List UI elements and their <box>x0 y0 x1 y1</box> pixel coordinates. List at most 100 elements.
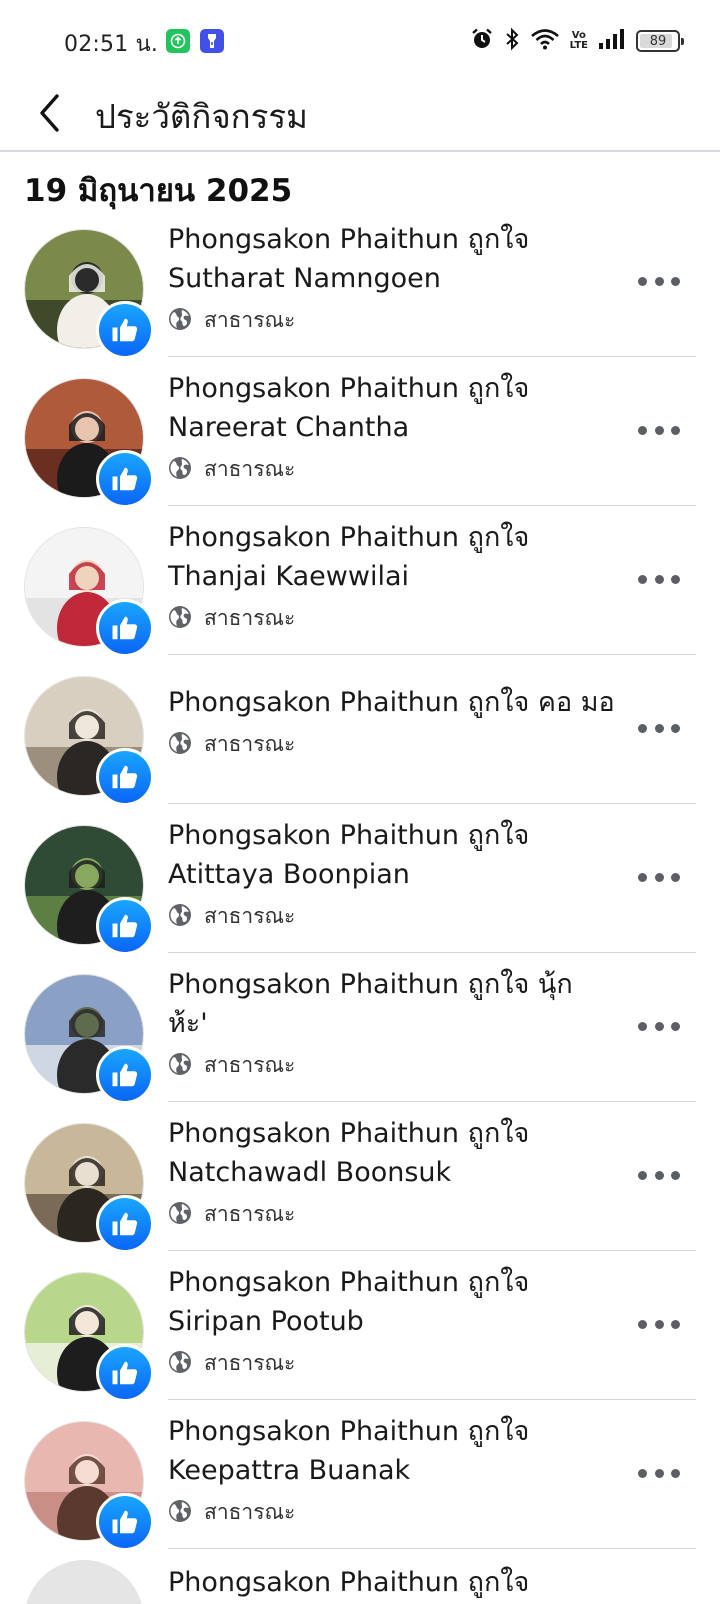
activity-title-line2: Keepattra Buanak <box>168 1455 411 1486</box>
more-dot <box>638 1319 647 1329</box>
globe-icon <box>168 1499 192 1527</box>
avatar-group[interactable] <box>24 378 154 508</box>
more-dot <box>654 1170 664 1180</box>
more-dot <box>671 276 680 286</box>
privacy-indicator: สาธารณะ <box>168 304 620 337</box>
activity-text[interactable]: Phongsakon Phaithun ถูกใจ Thanjai Kaewwil… <box>168 518 620 635</box>
more-options-button[interactable] <box>638 1160 680 1190</box>
activity-text[interactable]: Phongsakon Phaithun ถูกใจ Atittaya Boonpi… <box>168 816 620 933</box>
more-options-button[interactable] <box>638 1458 680 1488</box>
list-item[interactable]: Phongsakon Phaithun ถูกใจ นุ้กห้ะ' สาธารณ… <box>0 953 720 1104</box>
more-dot <box>638 276 647 286</box>
activity-title-line1: Phongsakon Phaithun ถูกใจ <box>168 1267 530 1298</box>
more-dot <box>638 1021 647 1031</box>
globe-icon <box>168 1350 192 1378</box>
chevron-left-icon <box>40 94 59 132</box>
activity-text[interactable]: Phongsakon Phaithun ถูกใจ Siripan Pootub ส… <box>168 1263 620 1380</box>
battery-level: 89 <box>649 33 667 49</box>
privacy-indicator: สาธารณะ <box>168 728 620 761</box>
list-item[interactable]: Phongsakon Phaithun ถูกใจ Nareerat Chanth… <box>0 357 720 508</box>
more-dot <box>671 1170 680 1180</box>
status-bar: 02:51 น. Vo LTE 89 <box>0 0 720 82</box>
privacy-label: สาธารณะ <box>204 1053 296 1077</box>
more-options-button[interactable] <box>638 266 680 296</box>
activity-title-line2: Atittaya Boonpian <box>168 859 410 890</box>
globe-icon <box>168 605 192 633</box>
more-options-button[interactable] <box>638 564 680 594</box>
activity-title-line2: Natchawadl Boonsuk <box>168 1157 452 1188</box>
battery-icon: 89 <box>636 30 684 52</box>
more-dot <box>671 1021 680 1031</box>
bluetooth-icon <box>504 27 520 55</box>
page-title: ประวัติกิจกรรม <box>95 97 308 136</box>
thumbs-up-icon <box>96 450 154 508</box>
more-options-button[interactable] <box>638 415 680 445</box>
activity-text[interactable]: Phongsakon Phaithun ถูกใจ Keepattra Buana… <box>168 1412 620 1529</box>
globe-icon <box>168 1201 192 1229</box>
more-options-button[interactable] <box>638 1309 680 1339</box>
more-options-button[interactable] <box>638 862 680 892</box>
globe-icon <box>168 456 192 484</box>
list-item[interactable]: Phongsakon Phaithun ถูกใจ Thanjai Kaewwil… <box>0 506 720 657</box>
privacy-indicator: สาธารณะ <box>168 900 620 933</box>
activity-title: Phongsakon Phaithun ถูกใจ Atittaya Boonpi… <box>168 816 620 894</box>
avatar-group[interactable] <box>24 1272 154 1402</box>
activity-text[interactable]: Phongsakon Phaithun ถูกใจ คอ มอ สาธารณะ <box>168 683 620 761</box>
more-dot <box>638 723 647 733</box>
activity-title-line2: Thanjai Kaewwilai <box>168 561 409 592</box>
more-dot <box>671 574 680 584</box>
status-time: 02:51 น. <box>64 32 159 57</box>
activity-title: Phongsakon Phaithun ถูกใจ <box>168 1567 530 1598</box>
list-item-partial[interactable]: Phongsakon Phaithun ถูกใจ <box>0 1548 720 1604</box>
more-dot <box>671 723 680 733</box>
avatar-group[interactable] <box>24 825 154 955</box>
more-options-button[interactable] <box>638 1011 680 1041</box>
privacy-label: สาธารณะ <box>204 308 296 332</box>
thumbs-up-icon <box>96 301 154 359</box>
activity-text[interactable]: Phongsakon Phaithun ถูกใจ นุ้กห้ะ' สาธารณ… <box>168 965 620 1082</box>
activity-text[interactable]: Phongsakon Phaithun ถูกใจ Nareerat Chanth… <box>168 369 620 486</box>
activity-title: Phongsakon Phaithun ถูกใจ Thanjai Kaewwil… <box>168 518 620 596</box>
activity-text[interactable]: Phongsakon Phaithun ถูกใจ Sutharat Namngo… <box>168 220 620 337</box>
activity-text[interactable]: Phongsakon Phaithun ถูกใจ Natchawadl Boon… <box>168 1114 620 1231</box>
privacy-indicator: สาธารณะ <box>168 453 620 486</box>
avatar-group[interactable] <box>24 527 154 657</box>
avatar-group[interactable] <box>24 676 154 806</box>
privacy-label: สาธารณะ <box>204 904 296 928</box>
list-item[interactable]: Phongsakon Phaithun ถูกใจ คอ มอ สาธารณะ <box>0 655 720 806</box>
avatar-group[interactable] <box>24 1123 154 1253</box>
more-dot <box>638 425 647 435</box>
globe-icon <box>168 731 192 759</box>
privacy-label: สาธารณะ <box>204 1351 296 1375</box>
privacy-indicator: สาธารณะ <box>168 1049 620 1082</box>
activity-title-line1: Phongsakon Phaithun ถูกใจ <box>168 820 530 851</box>
list-item[interactable]: Phongsakon Phaithun ถูกใจ Atittaya Boonpi… <box>0 804 720 955</box>
list-item[interactable]: Phongsakon Phaithun ถูกใจ Keepattra Buana… <box>0 1400 720 1551</box>
signal-icon <box>598 28 626 54</box>
more-dot <box>654 1319 664 1329</box>
more-dot <box>638 1170 647 1180</box>
avatar-group[interactable] <box>24 229 154 359</box>
avatar-group[interactable] <box>24 974 154 1104</box>
list-item[interactable]: Phongsakon Phaithun ถูกใจ Sutharat Namngo… <box>0 208 720 359</box>
activity-title-line1: Phongsakon Phaithun ถูกใจ นุ้ก <box>168 969 573 1000</box>
alarm-icon <box>470 27 494 55</box>
more-options-button[interactable] <box>638 713 680 743</box>
thumbs-up-icon <box>96 1493 154 1551</box>
activity-title-line1: Phongsakon Phaithun ถูกใจ <box>168 224 530 255</box>
more-dot <box>654 425 664 435</box>
avatar-group[interactable] <box>24 1421 154 1551</box>
more-dot <box>654 872 664 882</box>
more-dot <box>654 1468 664 1478</box>
privacy-indicator: สาธารณะ <box>168 602 620 635</box>
activity-title-line2: ห้ะ' <box>168 1008 208 1039</box>
more-dot <box>638 1468 647 1478</box>
list-item[interactable]: Phongsakon Phaithun ถูกใจ Siripan Pootub ส… <box>0 1251 720 1402</box>
activity-title-line2: Siripan Pootub <box>168 1306 364 1337</box>
globe-icon <box>168 903 192 931</box>
more-dot <box>671 1468 680 1478</box>
list-item[interactable]: Phongsakon Phaithun ถูกใจ Natchawadl Boon… <box>0 1102 720 1253</box>
back-button[interactable] <box>28 88 72 138</box>
avatar <box>24 1560 144 1604</box>
globe-icon <box>168 307 192 335</box>
